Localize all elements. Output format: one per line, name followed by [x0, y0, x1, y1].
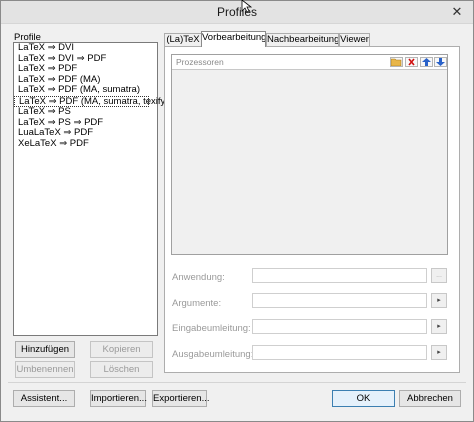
input-redirect-field[interactable] [252, 319, 427, 334]
tab-nachbearbeitung[interactable]: Nachbearbeitung [266, 33, 339, 46]
list-item[interactable]: LaTeX ⇒ DVI [14, 42, 157, 54]
processors-title: Prozessoren [176, 57, 224, 67]
list-item[interactable]: XeLaTeX ⇒ PDF [14, 138, 157, 150]
tab-viewer[interactable]: Viewer [339, 33, 370, 46]
copy-profile-button[interactable]: Kopieren [90, 341, 153, 358]
delete-profile-button[interactable]: Löschen [90, 361, 153, 378]
input-redirect-menu-button[interactable]: ▸ [431, 319, 447, 334]
import-button[interactable]: Importieren... [90, 390, 147, 407]
output-redirect-field[interactable] [252, 345, 427, 360]
footer-separator [8, 382, 466, 383]
rename-profile-button[interactable]: Umbenennen [15, 361, 75, 378]
delete-icon[interactable] [405, 57, 418, 67]
profiles-dialog: Profiles ✕ Profile LaTeX ⇒ DVI LaTeX ⇒ D… [0, 0, 474, 422]
processors-list[interactable] [172, 70, 447, 254]
arguments-label: Argumente: [172, 298, 222, 309]
arguments-field[interactable] [252, 293, 427, 308]
application-field[interactable] [252, 268, 427, 283]
list-item[interactable]: LaTeX ⇒ PS [14, 106, 157, 118]
input-redirect-label: Eingabeumleitung: [172, 323, 251, 334]
application-label: Anwendung: [172, 272, 225, 283]
cancel-button[interactable]: Abbrechen [399, 390, 461, 407]
list-item[interactable]: LaTeX ⇒ PDF (MA, sumatra) [14, 85, 157, 96]
mouse-cursor-icon [241, 0, 253, 13]
export-button[interactable]: Exportieren... [152, 390, 210, 407]
processors-header: Prozessoren [172, 55, 447, 70]
tab-latex[interactable]: (La)TeX [164, 33, 202, 46]
processors-group: Prozessoren [171, 54, 448, 255]
assistant-button[interactable]: Assistent... [13, 390, 75, 407]
profile-list[interactable]: LaTeX ⇒ DVI LaTeX ⇒ DVI ⇒ PDF LaTeX ⇒ PD… [13, 42, 168, 336]
arguments-menu-button[interactable]: ▸ [431, 293, 447, 308]
output-redirect-menu-button[interactable]: ▸ [431, 345, 447, 360]
tab-vorbearbeitung[interactable]: Vorbearbeitung [201, 31, 266, 47]
output-redirect-label: Ausgabeumleitung: [172, 349, 254, 360]
move-down-icon[interactable] [434, 57, 447, 67]
title-bar: Profiles ✕ [1, 1, 473, 24]
folder-icon[interactable] [390, 57, 403, 67]
close-icon[interactable]: ✕ [444, 2, 470, 21]
ok-button[interactable]: OK [332, 390, 395, 407]
browse-button[interactable]: ... [431, 268, 447, 283]
move-up-icon[interactable] [420, 57, 433, 67]
add-profile-button[interactable]: Hinzufügen [15, 341, 75, 358]
